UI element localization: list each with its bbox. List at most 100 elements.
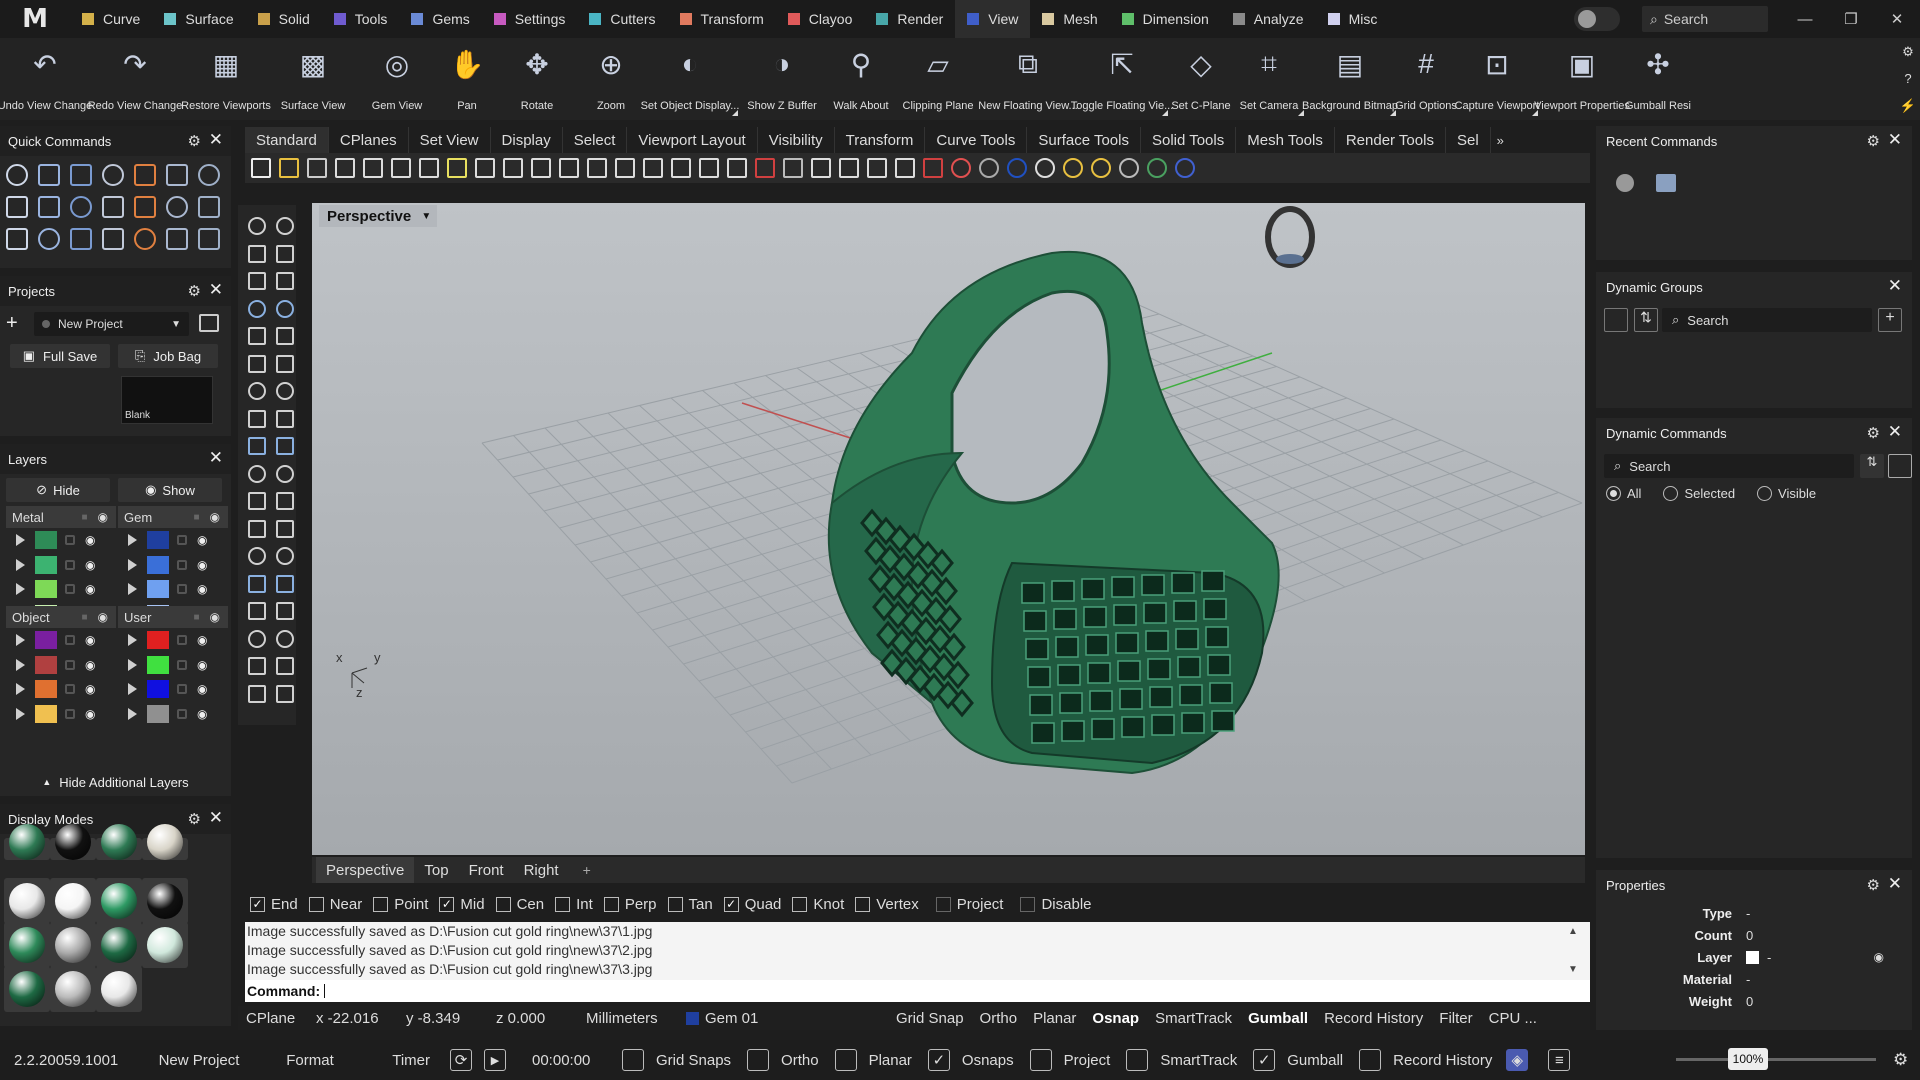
- command-line[interactable]: Command:: [245, 980, 1590, 1002]
- gear-icon[interactable]: ⚙: [1867, 424, 1880, 442]
- eye-icon[interactable]: ◉: [197, 707, 207, 721]
- checkbox[interactable]: [667, 896, 683, 912]
- vertical-tool-icon[interactable]: [276, 217, 294, 235]
- vertical-tool-icon[interactable]: [248, 244, 266, 263]
- osnap-end[interactable]: ✓ End: [250, 896, 298, 913]
- bottom-toggle-gumball[interactable]: ✓ Gumball: [1245, 1049, 1351, 1071]
- bottom-toggle-grid-snaps[interactable]: Grid Snaps: [614, 1049, 739, 1071]
- quick-command-icon[interactable]: [70, 196, 92, 218]
- standard-tool-icon[interactable]: [895, 158, 915, 178]
- viewport-tab-front[interactable]: Front: [459, 857, 514, 883]
- standard-tool-icon[interactable]: [1035, 158, 1055, 178]
- expand-icon[interactable]: [128, 658, 137, 671]
- vertical-tool-icon[interactable]: [276, 382, 294, 400]
- command-tab-select[interactable]: Select: [563, 127, 628, 153]
- menu-tab-render[interactable]: Render: [864, 0, 955, 38]
- command-tab-render-tools[interactable]: Render Tools: [1335, 127, 1446, 153]
- eye-icon[interactable]: ◉: [210, 510, 220, 524]
- checkbox[interactable]: ✓: [1253, 1049, 1276, 1071]
- osnap-quad[interactable]: ✓ Quad: [723, 896, 781, 913]
- lightning-icon[interactable]: ⚡: [1900, 98, 1916, 114]
- lock-icon[interactable]: ■: [193, 512, 199, 523]
- vertical-tool-icon[interactable]: [276, 464, 294, 483]
- lock-icon[interactable]: [65, 635, 75, 646]
- eye-icon[interactable]: ◉: [197, 533, 207, 547]
- layer-color-swatch[interactable]: [1746, 950, 1759, 964]
- quick-command-icon[interactable]: [134, 164, 156, 186]
- osnap-perp[interactable]: Perp: [603, 896, 657, 913]
- checkbox[interactable]: [1126, 1049, 1149, 1071]
- checkbox[interactable]: [834, 1049, 857, 1071]
- theme-icon[interactable]: ◈: [1506, 1049, 1529, 1071]
- standard-tool-icon[interactable]: [951, 158, 971, 178]
- vertical-tool-icon[interactable]: [276, 244, 294, 263]
- standard-tool-icon[interactable]: [979, 158, 999, 178]
- add-project-icon[interactable]: +: [6, 312, 18, 335]
- list-view-icon[interactable]: [1888, 454, 1912, 478]
- show-layers-button[interactable]: ◉ Show: [118, 478, 222, 502]
- lock-icon[interactable]: [65, 584, 75, 595]
- minimize-icon[interactable]: —: [1782, 11, 1828, 28]
- status-y[interactable]: y -8.349: [398, 1010, 488, 1027]
- expand-icon[interactable]: [128, 707, 137, 720]
- ribbon-button-cplane[interactable]: ◇ Set C-Plane: [1168, 38, 1234, 120]
- bottom-toggle-smarttrack[interactable]: SmartTrack: [1118, 1049, 1245, 1071]
- layer-color-swatch[interactable]: [35, 680, 57, 699]
- add-group-icon[interactable]: +: [1878, 308, 1902, 332]
- radio-selected[interactable]: Selected: [1663, 486, 1735, 501]
- expand-icon[interactable]: [128, 634, 137, 647]
- status-cplane[interactable]: CPlane: [238, 1010, 308, 1027]
- dynamic-commands-search[interactable]: ⌕ Search: [1604, 454, 1854, 478]
- layer-color-swatch[interactable]: [147, 655, 169, 674]
- standard-tool-icon[interactable]: [755, 158, 775, 178]
- osnap-vertex[interactable]: Vertex: [855, 896, 919, 913]
- expand-icon[interactable]: [128, 534, 137, 547]
- ribbon-button-floating-view[interactable]: ⧉ New Floating View...: [978, 38, 1077, 120]
- menu-tab-view[interactable]: View: [955, 0, 1031, 38]
- recent-command-1-icon[interactable]: [1616, 174, 1634, 192]
- standard-tool-icon[interactable]: [559, 158, 579, 178]
- command-history[interactable]: Image successfully saved as D:\Fusion cu…: [245, 922, 1590, 980]
- more-tabs-icon[interactable]: »: [1497, 133, 1504, 148]
- close-icon[interactable]: ✕: [1888, 130, 1902, 150]
- expand-icon[interactable]: [16, 558, 25, 571]
- lock-icon[interactable]: [177, 708, 187, 719]
- perspective-viewport[interactable]: Perspective ▼ x y z: [312, 203, 1585, 855]
- expand-icon[interactable]: [128, 558, 137, 571]
- ribbon-button-z-buffer[interactable]: ◑ Show Z Buffer: [738, 38, 826, 120]
- checkbox[interactable]: [308, 896, 324, 912]
- display-mode-swatch[interactable]: [4, 824, 50, 860]
- vertical-tool-icon[interactable]: [276, 409, 294, 428]
- layer-color-swatch[interactable]: [147, 631, 169, 650]
- vertical-tool-icon[interactable]: [276, 602, 294, 620]
- checkbox[interactable]: [855, 896, 871, 912]
- standard-tool-icon[interactable]: [503, 158, 523, 178]
- standard-tool-icon[interactable]: [391, 158, 411, 178]
- standard-tool-icon[interactable]: [699, 158, 719, 178]
- vertical-tool-icon[interactable]: [248, 437, 266, 455]
- lock-icon[interactable]: [65, 708, 75, 719]
- osnap-near[interactable]: Near: [308, 896, 362, 913]
- quick-command-icon[interactable]: [134, 228, 156, 250]
- osnap-point[interactable]: Point: [373, 896, 428, 913]
- status-toggle-planar[interactable]: Planar: [1025, 1010, 1084, 1027]
- command-tab-viewport-layout[interactable]: Viewport Layout: [627, 127, 758, 153]
- standard-tool-icon[interactable]: [783, 158, 803, 178]
- display-mode-swatch[interactable]: [96, 966, 142, 1012]
- vertical-tool-icon[interactable]: [276, 657, 294, 675]
- quick-command-icon[interactable]: [134, 196, 156, 218]
- vertical-tool-icon[interactable]: [248, 217, 266, 235]
- quick-command-icon[interactable]: [102, 164, 124, 186]
- vertical-tool-icon[interactable]: [248, 684, 266, 703]
- vertical-tool-icon[interactable]: [248, 382, 266, 400]
- vertical-tool-icon[interactable]: [276, 354, 294, 373]
- quick-command-icon[interactable]: [198, 196, 220, 218]
- standard-tool-icon[interactable]: [419, 158, 439, 178]
- ribbon-button-rotate[interactable]: ✥ Rotate: [494, 38, 580, 120]
- vertical-tool-icon[interactable]: [248, 657, 266, 675]
- quick-command-icon[interactable]: [38, 228, 60, 250]
- close-icon[interactable]: ✕: [1888, 422, 1902, 442]
- viewport-tab-right[interactable]: Right: [514, 857, 569, 883]
- expand-icon[interactable]: [16, 583, 25, 596]
- eye-icon[interactable]: ◉: [85, 558, 95, 572]
